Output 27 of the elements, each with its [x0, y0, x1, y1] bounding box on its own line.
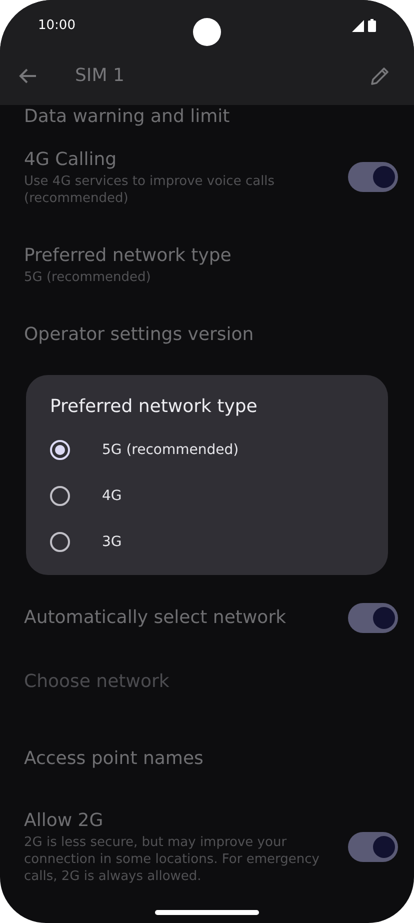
camera-cutout	[193, 18, 221, 46]
pencil-icon[interactable]	[370, 66, 390, 86]
dialog-title: Preferred network type	[50, 395, 258, 419]
signal-icon	[352, 20, 364, 32]
setting-summary: 2G is less secure, but may improve your connection in some locations. For emergency calls, 2G is always allowed.	[24, 834, 320, 885]
toggle-switch[interactable]	[348, 832, 398, 862]
setting-title[interactable]: Access point names	[24, 746, 398, 772]
page-title: SIM 1	[75, 65, 126, 86]
setting-title[interactable]: 4G Calling	[24, 147, 336, 173]
status-time: 10:00	[38, 18, 76, 32]
toggle-switch[interactable]	[348, 603, 398, 633]
setting-title[interactable]: Automatically select network	[24, 605, 336, 631]
setting-title[interactable]: Data warning and limit	[24, 105, 398, 129]
option-label[interactable]: 5G (recommended)	[102, 442, 239, 458]
option-label[interactable]: 4G	[102, 488, 122, 504]
setting-title[interactable]: Allow 2G	[24, 808, 336, 834]
setting-summary: Use 4G services to improve voice calls (recommended)	[24, 173, 276, 207]
toggle-switch[interactable]	[348, 162, 398, 192]
radio-button[interactable]	[50, 532, 70, 552]
option-label[interactable]: 3G	[102, 534, 122, 550]
radio-button[interactable]	[50, 440, 70, 460]
back-icon[interactable]	[19, 68, 37, 84]
radio-button[interactable]	[50, 486, 70, 506]
setting-summary: 5G (recommended)	[24, 269, 152, 286]
battery-icon	[368, 18, 376, 32]
setting-title[interactable]: Preferred network type	[24, 243, 398, 269]
setting-title[interactable]: Operator settings version	[24, 322, 398, 348]
